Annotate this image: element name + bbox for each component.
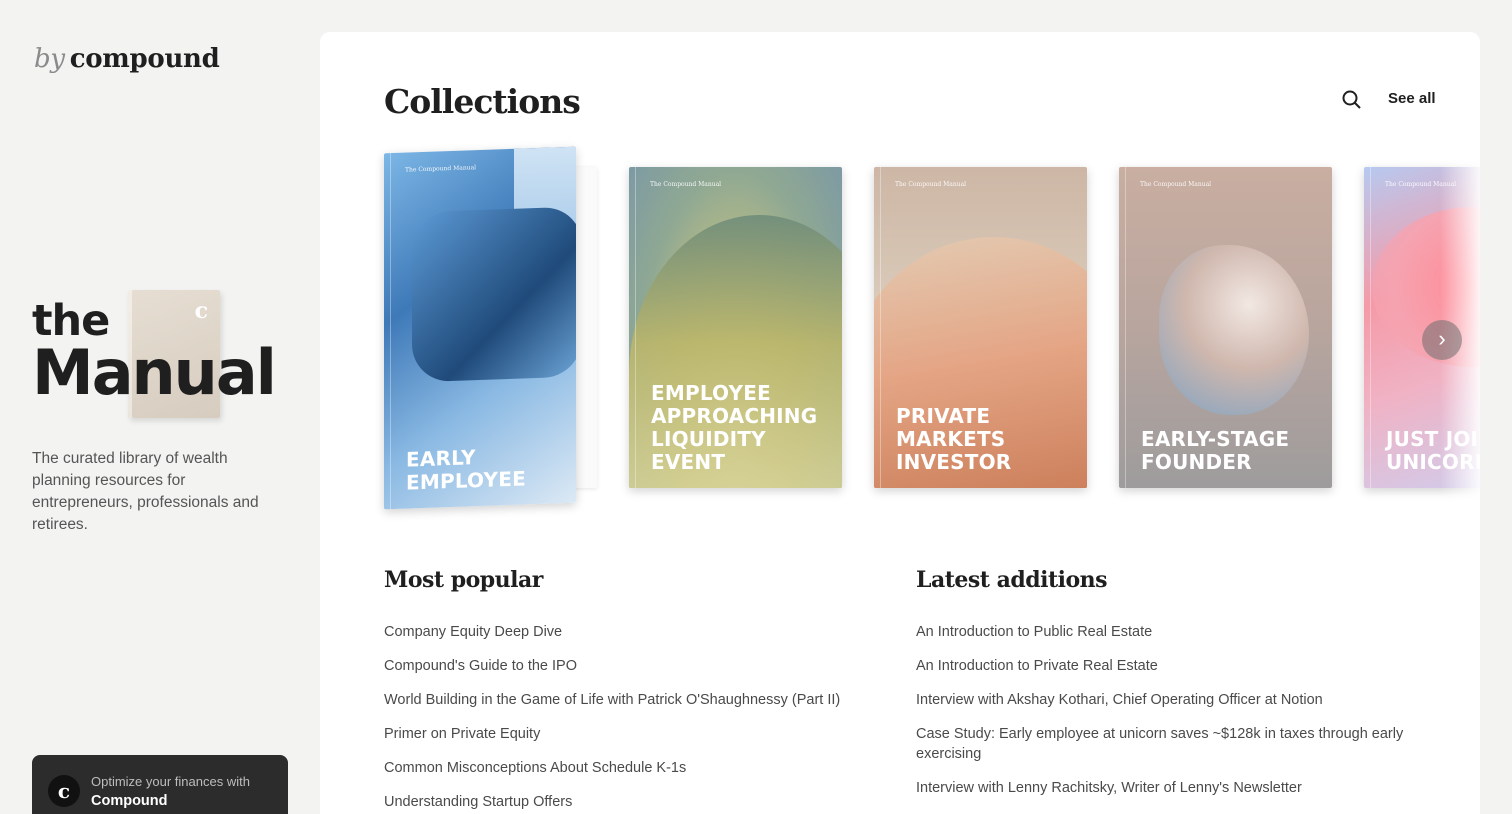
list-item[interactable]: Compound's Guide to the IPO <box>384 656 864 676</box>
book-early-stage-founder[interactable]: The Compound Manual Early-Stage Founder <box>1119 167 1332 488</box>
book-title: Early-Stage Founder <box>1141 427 1290 474</box>
sidebar: by compound c the Manual The curated libr… <box>0 0 320 814</box>
most-popular-title: Most popular <box>384 567 543 593</box>
list-item[interactable]: Primer on Private Equity <box>384 724 864 744</box>
list-item[interactable]: Interview with Akshay Kothari, Chief Ope… <box>916 690 1406 710</box>
tagline: The curated library of wealth planning r… <box>32 450 259 533</box>
promo-line1: Optimize your finances with <box>91 774 250 789</box>
list-item[interactable]: Understanding Startup Offers <box>384 792 864 812</box>
book-employee-liquidity[interactable]: The Compound Manual Employee Approaching… <box>629 167 842 488</box>
list-item[interactable]: World Building in the Game of Life with … <box>384 690 864 710</box>
main-panel: Collections See all The Compound Manual … <box>320 32 1480 814</box>
book-series: The Compound Manual <box>1385 181 1457 188</box>
compound-logo-icon: c <box>48 775 80 807</box>
hero-manual: Manual <box>32 336 277 409</box>
brand-by: by <box>34 44 65 74</box>
book-title: Just Joined a Unicorn <box>1386 427 1480 474</box>
latest-additions-title: Latest additions <box>916 567 1108 593</box>
book-series: The Compound Manual <box>895 181 967 188</box>
book-title: Employee Approaching Liquidity Event <box>651 381 818 474</box>
brand-logo[interactable]: by compound <box>34 44 220 74</box>
manual-hero: c the Manual <box>32 290 277 430</box>
collections-carousel: The Compound Manual Early Employee The C… <box>320 32 1480 552</box>
brand-name: compound <box>69 44 220 74</box>
book-unicorn[interactable]: The Compound Manual Just Joined a Unicor… <box>1364 167 1480 488</box>
promo-card[interactable]: c Optimize your finances with Compound <box>32 755 288 814</box>
book-early-employee[interactable]: The Compound Manual Early Employee <box>384 146 576 510</box>
list-item[interactable]: An Introduction to Public Real Estate <box>916 622 1406 642</box>
list-item[interactable]: Interview with Lenny Rachitsky, Writer o… <box>916 778 1406 798</box>
chevron-right-icon[interactable]: › <box>1422 320 1462 360</box>
book-series: The Compound Manual <box>1140 181 1212 188</box>
latest-additions-list: An Introduction to Public Real Estate An… <box>916 622 1406 812</box>
list-item[interactable]: Company Equity Deep Dive <box>384 622 864 642</box>
most-popular-list: Company Equity Deep Dive Compound's Guid… <box>384 622 864 814</box>
hero-book-mark: c <box>194 298 208 324</box>
list-item[interactable]: An Introduction to Private Real Estate <box>916 656 1406 676</box>
book-private-markets[interactable]: The Compound Manual Private Markets Inve… <box>874 167 1087 488</box>
book-series: The Compound Manual <box>405 164 477 174</box>
promo-line2: Compound <box>91 793 168 809</box>
list-item[interactable]: Case Study: Early employee at unicorn sa… <box>916 724 1406 764</box>
book-title: Early Employee <box>406 445 526 495</box>
book-title: Private Markets Investor <box>896 404 1012 474</box>
list-item[interactable]: Common Misconceptions About Schedule K-1… <box>384 758 864 778</box>
book-series: The Compound Manual <box>650 181 722 188</box>
